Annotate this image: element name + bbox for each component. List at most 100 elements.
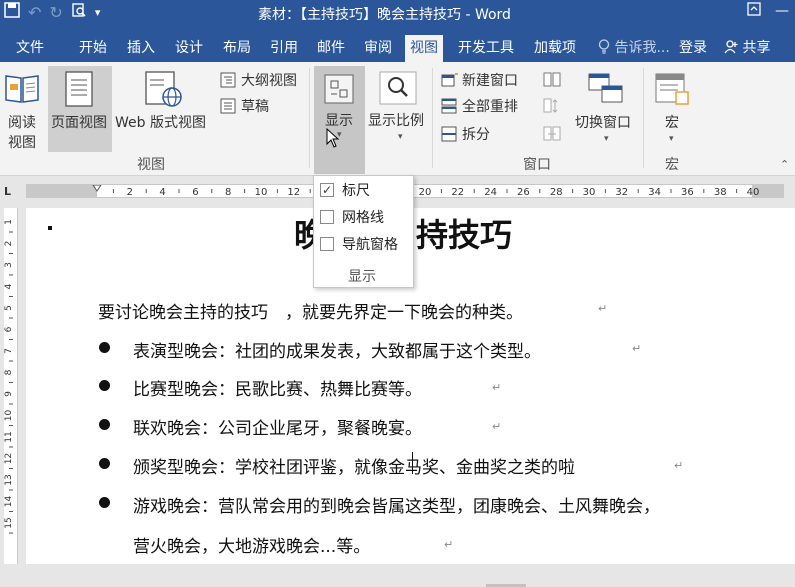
synchronous-scrolling-icon[interactable] [543, 98, 559, 114]
tab-insert[interactable]: 插入 [127, 37, 155, 57]
tab-review[interactable]: 审阅 [364, 37, 392, 57]
print-layout-icon [62, 70, 98, 112]
tell-me-search[interactable]: 告诉我... [598, 37, 670, 57]
menu-item-label: 标尺 [342, 183, 370, 199]
outline-icon[interactable] [220, 72, 236, 88]
undo-icon[interactable]: ↶ [28, 3, 41, 22]
bullet-icon [99, 342, 110, 353]
group-label-view: 视图 [137, 157, 165, 173]
tab-home[interactable]: 开始 [79, 37, 107, 57]
ruler-label: 4 [4, 283, 14, 289]
tab-layout[interactable]: 布局 [223, 37, 251, 57]
quick-access-toolbar: ↶ ↻ ▾ [4, 0, 100, 24]
read-mode-icon[interactable] [4, 70, 40, 110]
ruler-label: 1 [4, 219, 14, 225]
checkbox-gridlines[interactable] [320, 210, 334, 224]
ruler-label: 8 [4, 369, 14, 375]
redo-icon[interactable]: ↻ [49, 3, 62, 22]
reset-window-position-icon[interactable] [543, 126, 561, 142]
menu-item-navigation-pane[interactable]: 导航窗格 [320, 234, 398, 254]
ruler-label: 36 [681, 187, 694, 197]
ruler-label: 38 [714, 187, 727, 197]
window-title: 素材：【主持技巧】晚会主持技巧 - Word [258, 7, 511, 23]
tell-me-label: 告诉我 [614, 40, 657, 56]
tab-design[interactable]: 设计 [175, 37, 203, 57]
ruler-label: 2 [127, 187, 133, 197]
dropdown-group-label: 显示 [348, 269, 376, 285]
status-area [0, 564, 795, 587]
draft-label[interactable]: 草稿 [241, 96, 269, 116]
bullet-item[interactable]: 颁奖型晚会：学校社团评鉴，就像金马奖、金曲奖之类的啦 [133, 453, 575, 478]
read-mode-label-2[interactable]: 视图 [8, 132, 36, 152]
tab-addins[interactable]: 加载项 [534, 37, 576, 57]
ruler-label: 2 [4, 241, 14, 247]
minimize-icon[interactable]: — [775, 3, 789, 19]
collapse-ribbon-icon[interactable]: ⌃ [780, 158, 789, 171]
continuation-line[interactable]: 营火晚会，大地游戏晚会...等。 [133, 532, 370, 557]
intro-paragraph[interactable]: 要讨论晚会主持的技巧 ，就要先界定一下晚会的种类。 [98, 298, 523, 323]
bullet-item[interactable]: 游戏晚会：营队常会用的到晚会皆属这类型，团康晚会、土风舞晚会， [133, 492, 660, 517]
tab-file[interactable]: 文件 [16, 37, 44, 57]
tab-view[interactable]: 视图 [405, 35, 443, 63]
login-button[interactable]: 登录 [679, 37, 707, 57]
paragraph-mark-icon: ↵ [444, 538, 454, 551]
tab-selector-icon[interactable]: L [4, 185, 11, 198]
ruler-margin [27, 185, 97, 197]
vertical-ruler[interactable]: 1 2 3 4 5 6 7 8 9 10 11 12 13 14 15 [4, 208, 18, 564]
zoom-dropdown-arrow-icon[interactable]: ▾ [398, 132, 403, 142]
switch-windows-icon[interactable] [588, 72, 624, 110]
ruler-label: 12 [4, 453, 14, 464]
split-label[interactable]: 拆分 [462, 124, 490, 144]
menu-item-gridlines[interactable]: 网格线 [320, 207, 384, 227]
ruler-label: 6 [192, 187, 198, 197]
switch-windows-arrow-icon[interactable]: ▾ [604, 134, 609, 144]
save-icon[interactable] [4, 2, 20, 22]
web-layout-icon[interactable] [144, 70, 184, 112]
macros-icon[interactable] [654, 72, 690, 110]
split-icon[interactable] [441, 126, 457, 142]
arrange-all-label[interactable]: 全部重排 [462, 96, 518, 116]
arrange-all-icon[interactable] [441, 98, 457, 114]
new-window-label[interactable]: 新建窗口 [462, 70, 518, 90]
view-side-by-side-icon[interactable] [543, 72, 561, 88]
share-button[interactable]: 共享 [724, 37, 770, 57]
tab-developer[interactable]: 开发工具 [458, 37, 514, 57]
text-cursor [412, 452, 413, 474]
ruler-label: 10 [4, 410, 14, 422]
ribbon-display-options-icon[interactable] [747, 2, 761, 20]
person-icon [724, 40, 742, 56]
ruler-label: 10 [255, 187, 268, 197]
tab-mailings[interactable]: 邮件 [317, 37, 345, 57]
bullet-item[interactable]: 表演型晚会：社团的成果发表，大致都属于这个类型。 [133, 337, 541, 362]
checkbox-navigation-pane[interactable] [320, 237, 334, 251]
macros-arrow-icon[interactable]: ▾ [669, 134, 674, 144]
bullet-item[interactable]: 比赛型晚会：民歌比赛、热舞比赛等。 [133, 375, 422, 400]
document-title-tail[interactable]: 持技巧 [416, 210, 512, 256]
print-preview-icon[interactable] [71, 2, 87, 22]
draft-icon[interactable] [220, 98, 236, 114]
zoom-icon[interactable] [378, 70, 418, 110]
customize-qat-icon[interactable]: ▾ [95, 6, 101, 19]
paragraph-mark-icon: ↵ [632, 342, 642, 355]
ruler-label: 34 [648, 187, 661, 197]
ruler-label: 12 [287, 187, 300, 197]
switch-windows-label[interactable]: 切换窗口 [575, 112, 631, 132]
zoom-label[interactable]: 显示比例 [368, 110, 424, 130]
paragraph-mark-icon: ↵ [598, 302, 608, 315]
window-controls: — [747, 0, 789, 22]
web-layout-label[interactable]: Web 版式视图 [115, 112, 206, 132]
menu-item-ruler[interactable]: ✓ 标尺 [320, 180, 370, 200]
menu-item-label: 导航窗格 [342, 237, 398, 253]
tab-references[interactable]: 引用 [270, 37, 298, 57]
new-window-icon[interactable] [441, 72, 458, 88]
show-dropdown-menu: ✓ 标尺 网格线 导航窗格 显示 [313, 175, 414, 288]
group-separator [643, 68, 644, 168]
group-label-window: 窗口 [523, 157, 551, 173]
ruler-label: 26 [517, 187, 530, 197]
macros-label[interactable]: 宏 [665, 112, 679, 132]
ribbon-tab-bar: 文件 开始 插入 设计 布局 引用 邮件 审阅 视图 开发工具 加载项 告诉我.… [0, 32, 795, 63]
bullet-item[interactable]: 联欢晚会：公司企业尾牙，聚餐晚宴。 [133, 414, 422, 439]
outline-label[interactable]: 大纲视图 [241, 70, 297, 90]
checkbox-ruler[interactable]: ✓ [320, 183, 334, 197]
read-mode-label-1[interactable]: 阅读 [8, 112, 36, 132]
